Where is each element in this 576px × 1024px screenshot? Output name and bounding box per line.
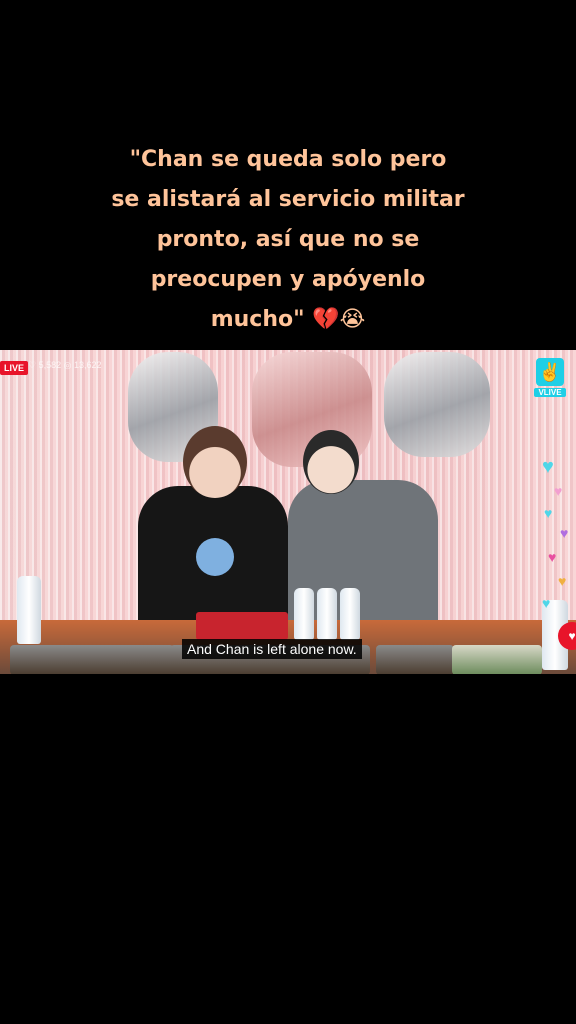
- person-left-head: [183, 426, 247, 498]
- person-right-head: [303, 430, 359, 494]
- drink-bottle: [340, 588, 360, 640]
- heart-icon: ♥: [560, 525, 569, 541]
- caption-line: se alistará al servicio militar: [111, 187, 465, 212]
- heart-icon: ♥: [558, 573, 567, 589]
- subtitle-text: And Chan is left alone now.: [182, 639, 362, 659]
- heart-icon: ♥: [548, 549, 557, 565]
- food-tray: [376, 645, 454, 674]
- laptop: [196, 612, 288, 640]
- heart-icon: ♥: [542, 595, 551, 611]
- heart-icon: ♥: [544, 505, 553, 521]
- vlive-logo-icon: ✌: [536, 358, 564, 386]
- shirt-flower-graphic: [196, 538, 234, 576]
- caption-line: pronto, así que no se: [156, 227, 420, 252]
- heart-icon: ♥: [554, 483, 563, 499]
- floating-hearts: ♥ ♥ ♥ ♥ ♥ ♥ ♥: [534, 450, 574, 640]
- view-like-counts: ♡ 5,582 ◎ 13,622: [28, 360, 102, 370]
- drink-bottle: [294, 588, 314, 640]
- video-frame[interactable]: LIVE ♡ 5,582 ◎ 13,622 ✌ VLIVE ♥ ♥ ♥ ♥ ♥ …: [0, 350, 576, 674]
- caption-line: mucho" 💔😭: [210, 307, 366, 332]
- drink-bottle: [317, 588, 337, 640]
- balloon-letter: [384, 352, 490, 457]
- caption-line: preocupen y apóyenlo: [150, 267, 426, 292]
- food-tray: [84, 645, 174, 674]
- live-badge: LIVE: [0, 361, 29, 375]
- caption-overlay: "Chan se queda solo pero se alistará al …: [0, 140, 576, 340]
- heart-icon: ♥: [542, 456, 554, 478]
- vlive-brand: ✌ VLIVE: [534, 358, 566, 402]
- caption-line: "Chan se queda solo pero: [129, 147, 447, 172]
- vlive-brand-label: VLIVE: [534, 388, 566, 397]
- food-tray: [452, 645, 542, 674]
- water-bottle: [17, 576, 41, 644]
